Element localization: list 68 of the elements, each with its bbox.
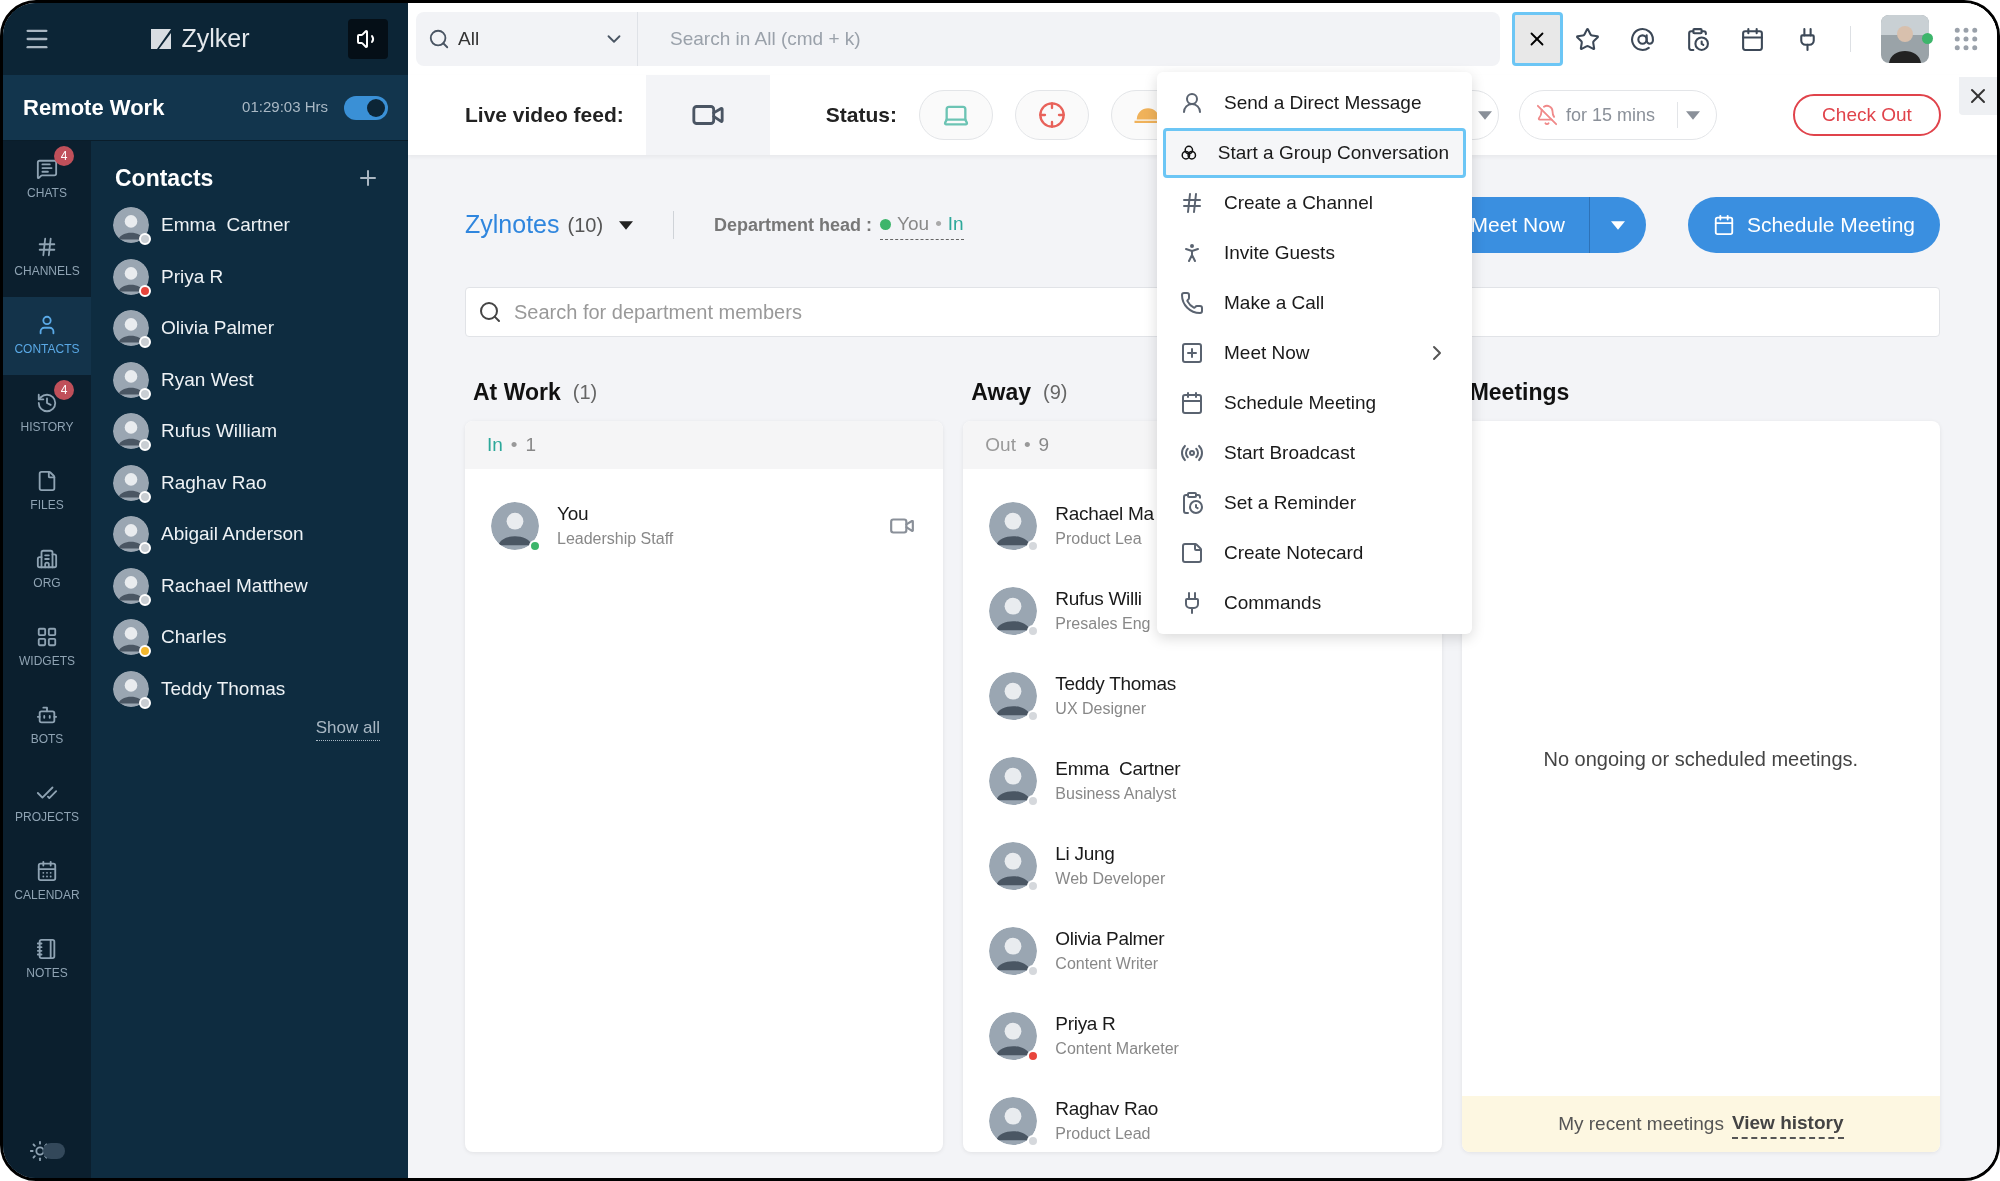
badge: 4 [54,146,74,166]
scope-dropdown[interactable]: All [416,12,638,66]
badge: 4 [54,380,74,400]
contact-name[interactable]: Rufus William [161,417,278,446]
contact-name[interactable]: Priya R [161,262,224,291]
search-bar[interactable]: All Search in All (cmd + k) [416,12,1500,66]
nav-item[interactable]: BOTS [3,687,91,765]
member-name[interactable]: Li Jung [1055,841,1166,866]
nav-item[interactable]: CONTACTS [3,297,91,375]
contact-name[interactable]: Charles [161,623,227,652]
menu-item[interactable]: Send a Direct Message [1163,78,1466,128]
nav-item[interactable]: 4 CHATS [3,141,91,219]
member-role: Content Marketer [1055,1039,1179,1060]
contact-name[interactable]: Raghav Rao [161,468,267,497]
nav-item[interactable]: NOTES [3,921,91,999]
group-header: In • 1 [465,421,944,469]
member-role: Content Writer [1055,954,1160,975]
member-name[interactable]: Olivia Palmer [1055,926,1165,951]
member-name[interactable]: Rufus Willi [1055,586,1151,611]
member-role: Product Lead [1055,1124,1152,1145]
column-title: Meetings [1469,377,1570,407]
show-all-link[interactable]: Show all [315,714,380,741]
member-role: Product Lea [1055,529,1143,550]
work-timer: 01:29:03 Hrs [242,97,328,118]
contact-name[interactable]: Abigail Anderson [161,520,304,549]
nav-item[interactable]: ORG [3,531,91,609]
member-name[interactable]: Priya R [1055,1011,1179,1036]
member-name[interactable]: Teddy Thomas [1055,671,1176,696]
member-role: UX Designer [1055,699,1148,720]
contact-name[interactable]: Ryan West [161,365,254,394]
contact-name[interactable]: Emma Cartner [161,211,290,240]
column-title: Away [971,377,1031,407]
contacts-title: Contacts [115,164,214,193]
member-role: Business Analyst [1055,784,1178,805]
contact-name[interactable]: Rachael Matthew [161,571,308,600]
nav-item[interactable]: PROJECTS [3,765,91,843]
contact-name[interactable]: Olivia Palmer [161,314,274,343]
empty-state-text: No ongoing or scheduled meetings. [1543,746,1859,772]
check-out-button[interactable]: Check Out [1793,94,1941,136]
nav-item[interactable]: FILES [3,453,91,531]
menu-item[interactable]: Create Notecard [1163,528,1466,578]
menu-item[interactable]: Start a Group Conversation [1163,128,1466,178]
member-name[interactable]: You [557,501,674,526]
contact-name[interactable]: Teddy Thomas [161,674,286,703]
live-video-label: Live video feed: [465,102,624,129]
menu-item[interactable]: Commands [1163,578,1466,628]
brand-name: Zylker [181,23,250,55]
member-name[interactable]: Rachael Ma [1055,501,1154,526]
work-mode-title: Remote Work [23,94,165,122]
nav-item[interactable]: 4 HISTORY [3,375,91,453]
department-head-label: Department head : [714,213,873,237]
member-role: Leadership Staff [557,529,674,550]
status-label: Status: [825,102,897,129]
footer-text: My recent meetings [1558,1111,1724,1136]
department-dropdown[interactable]: Zylnotes (10) [465,206,634,244]
member-role: Web Developer [1055,869,1166,890]
nav-item[interactable]: CHANNELS [3,219,91,297]
nav-item[interactable]: CALENDAR [3,843,91,921]
view-history-link[interactable]: View history [1731,1108,1844,1140]
member-role: Presales Eng [1055,614,1151,635]
nav-item[interactable]: WIDGETS [3,609,91,687]
member-name[interactable]: Raghav Rao [1055,1096,1158,1121]
menu-item[interactable]: Set a Reminder [1163,478,1466,528]
column-title: At Work [473,377,561,407]
search-field[interactable]: Search in All (cmd + k) [638,12,1500,66]
column-count: (9) [1043,380,1068,405]
member-name[interactable]: Emma Cartner [1055,756,1181,781]
column-count: (1) [572,380,598,405]
